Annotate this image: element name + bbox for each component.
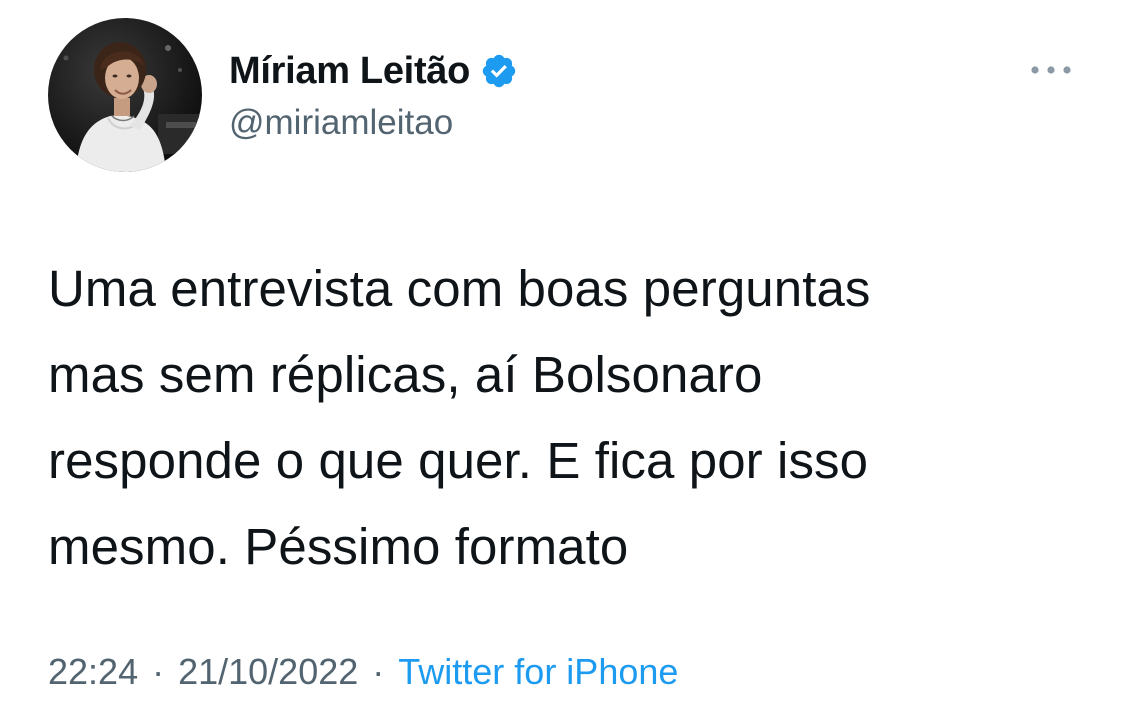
tweet-date[interactable]: 21/10/2022 bbox=[178, 651, 358, 693]
tweet-text-line: mas sem réplicas, aí Bolsonaro bbox=[48, 346, 763, 403]
tweet-text-line: responde o que quer. E fica por isso bbox=[48, 432, 869, 489]
author-avatar[interactable] bbox=[48, 18, 202, 172]
tweet-time[interactable]: 22:24 bbox=[48, 651, 138, 693]
verified-badge-icon bbox=[480, 52, 518, 90]
author-handle[interactable]: @miriamleitao bbox=[229, 103, 453, 143]
tweet-text-line: mesmo. Péssimo formato bbox=[48, 518, 629, 575]
more-options-button[interactable] bbox=[1027, 58, 1075, 82]
tweet-text-line: Uma entrevista com boas perguntas bbox=[48, 260, 871, 317]
author-display-name[interactable]: Míriam Leitão bbox=[229, 50, 470, 93]
tweet-source-link[interactable]: Twitter for iPhone bbox=[398, 651, 678, 693]
meta-separator: · bbox=[152, 651, 165, 692]
avatar-image bbox=[48, 18, 202, 172]
meta-separator: · bbox=[372, 651, 385, 692]
tweet-card: Míriam Leitão @miriamleitao Uma entrevis… bbox=[0, 0, 1125, 724]
tweet-text: Uma entrevista com boas perguntas mas se… bbox=[48, 246, 1088, 590]
tweet-metadata: 22:24 · 21/10/2022 · Twitter for iPhone bbox=[48, 651, 678, 693]
author-name-row: Míriam Leitão bbox=[229, 46, 518, 96]
more-horizontal-icon bbox=[1031, 66, 1071, 74]
